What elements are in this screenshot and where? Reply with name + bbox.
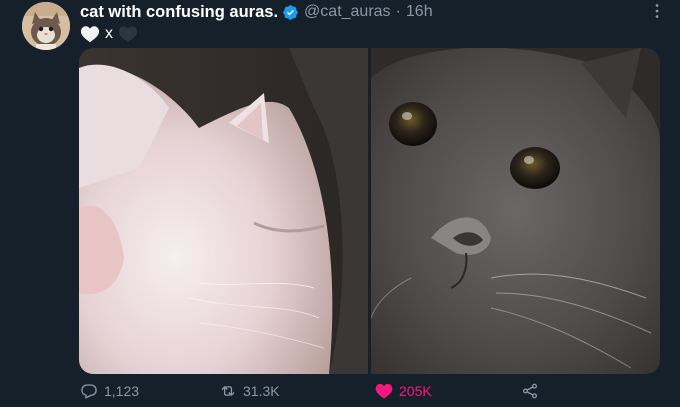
reply-icon <box>81 384 97 399</box>
tweet-media <box>79 48 660 374</box>
tweet-timestamp[interactable]: 16h <box>406 3 433 21</box>
share-button[interactable] <box>521 380 539 402</box>
tweet-header: cat with confusing auras. @cat_auras · 1… <box>80 2 433 22</box>
verified-badge-icon <box>283 4 298 20</box>
reply-button[interactable]: 1,123 <box>80 380 139 402</box>
gray-cat-photo <box>371 48 660 374</box>
author-handle[interactable]: @cat_auras <box>304 3 391 21</box>
more-options-icon[interactable] <box>648 2 666 20</box>
media-image-gray-cat[interactable] <box>371 48 660 374</box>
black-heart-icon <box>118 26 138 43</box>
tweet-actions: 1,123 31.3K 205K <box>80 380 550 402</box>
avatar-cat-icon <box>22 2 70 50</box>
avatar[interactable] <box>22 2 70 50</box>
header-separator: · <box>395 3 401 20</box>
retweet-icon <box>221 386 235 396</box>
reply-count: 1,123 <box>104 383 140 399</box>
tweet: cat with confusing auras. @cat_auras · 1… <box>0 0 680 407</box>
like-count: 205K <box>399 383 432 399</box>
retweet-button[interactable]: 31.3K <box>219 380 280 402</box>
heart-filled-icon <box>375 383 393 399</box>
media-image-white-cat[interactable] <box>79 48 368 374</box>
tweet-text: x <box>80 24 138 44</box>
share-icon <box>522 383 538 399</box>
tweet-text-separator: x <box>105 25 113 42</box>
white-heart-icon <box>80 26 100 43</box>
display-name[interactable]: cat with confusing auras. <box>80 3 278 22</box>
retweet-count: 31.3K <box>243 383 280 399</box>
like-button[interactable]: 205K <box>375 380 432 402</box>
white-cat-photo <box>79 48 368 374</box>
